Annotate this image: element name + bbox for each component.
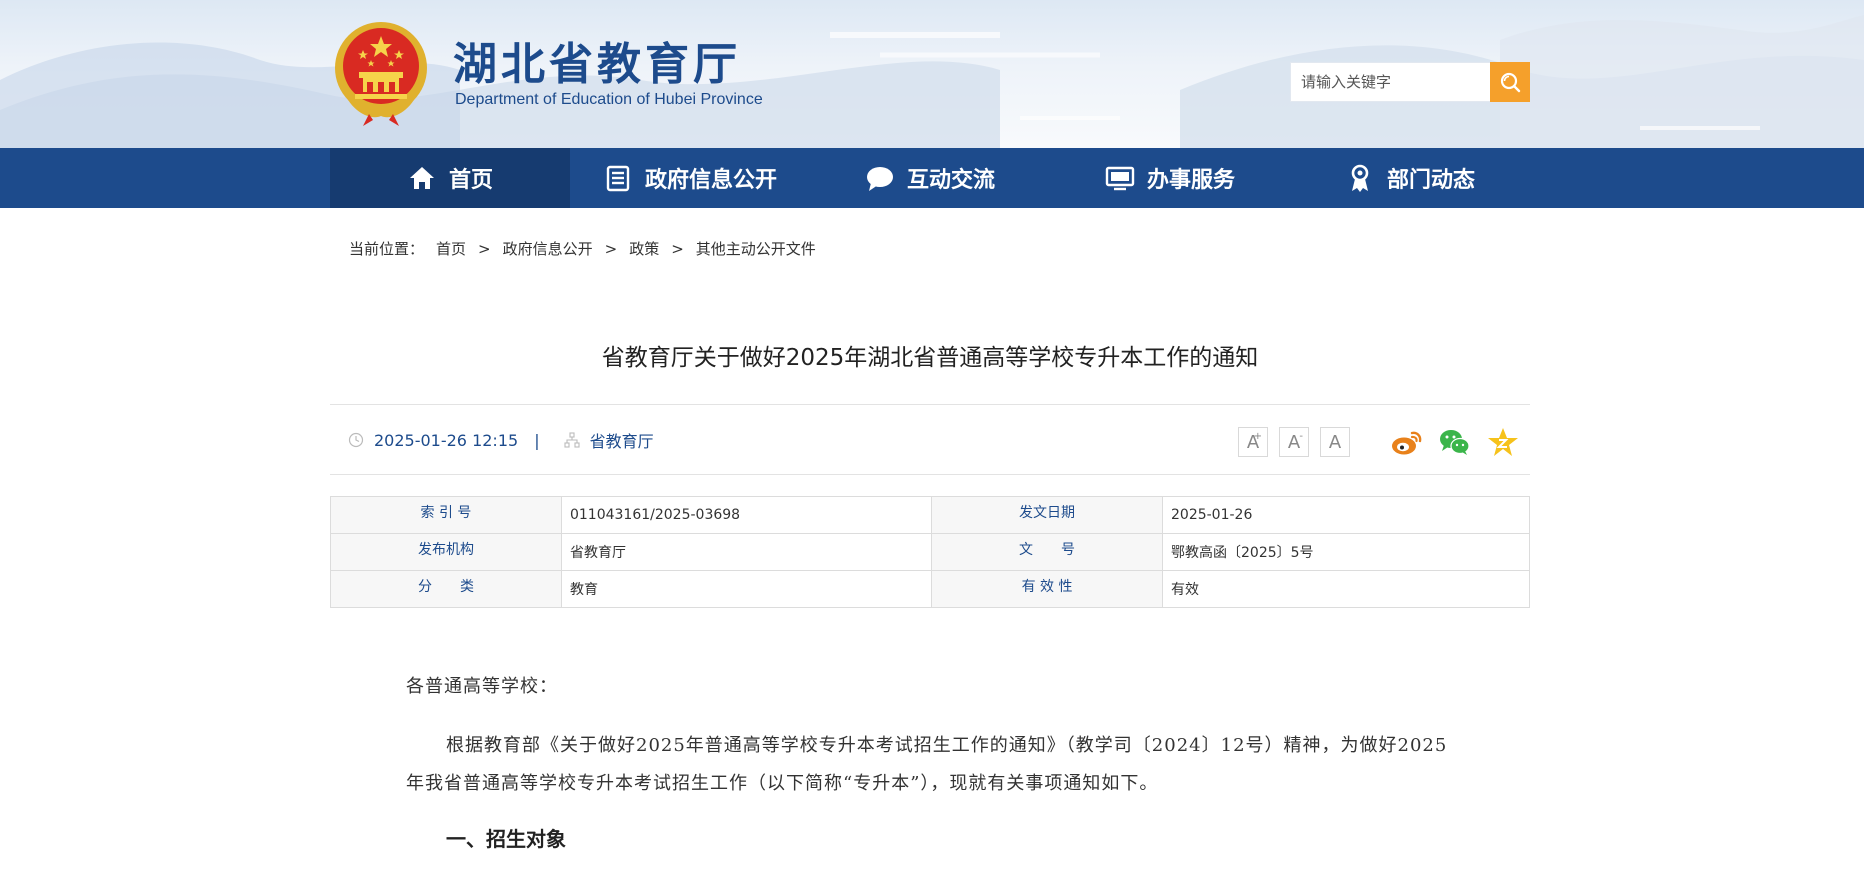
nav-item-dept-news[interactable]: 部门动态 [1290,148,1530,208]
search-button[interactable] [1490,62,1530,102]
breadcrumb-separator: > [671,239,684,258]
table-row: 分 类 教育 有 效 性 有效 [330,570,1530,608]
publish-date: 2025-01-26 12:15 [374,430,519,450]
info-label: 发文日期 [931,496,1163,534]
info-label: 有 效 性 [931,570,1163,608]
info-value: 教育 [560,570,933,608]
nav-label: 互动交流 [906,168,995,193]
article-title: 省教育厅关于做好2025年湖北省普通高等学校专升本工作的通知 [601,345,1259,371]
favorite-button[interactable] [1485,424,1521,460]
document-info-table: 索 引 号 011043161/2025-03698 发文日期 2025-01-… [330,496,1530,608]
monitor-icon [1105,163,1135,193]
breadcrumb-link-home[interactable]: 首页 [436,238,466,259]
wechat-icon [1440,430,1470,455]
nav-item-services[interactable]: 办事服务 [1050,148,1290,208]
breadcrumb-prefix: 当前位置： [349,240,425,258]
site-title: 湖北省教育厅 [453,39,741,90]
national-emblem-logo [335,22,427,126]
nav-item-interaction[interactable]: 互动交流 [810,148,1050,208]
site-subtitle: Department of Education of Hubei Provinc… [455,91,763,108]
font-size-small-button[interactable]: A [1320,427,1350,457]
article-greeting: 各普通高等学校： [406,676,558,697]
breadcrumb-separator: > [604,239,618,258]
table-row: 发布机构 省教育厅 文 号 鄂教高函〔2025〕5号 [330,533,1530,571]
breadcrumb-link-policy[interactable]: 政策 [629,238,659,259]
article-source: 省教育厅 [589,432,654,451]
nav-item-gov-info[interactable]: 政府信息公开 [570,148,810,208]
breadcrumb-link-other-files[interactable]: 其他主动公开文件 [696,238,816,259]
search-input[interactable] [1291,63,1489,101]
info-value: 有效 [1162,570,1530,608]
weibo-icon [1392,431,1422,455]
font-size-medium-button[interactable]: A- [1279,427,1309,457]
clock-icon [348,432,364,448]
section-heading: 一、招生对象 [446,827,566,851]
breadcrumb-separator: > [478,239,491,258]
meta-separator: | [534,430,540,450]
nav-label: 政府信息公开 [644,168,777,193]
chat-bubble-icon [865,163,895,193]
meta-divider-bottom [330,474,1530,475]
info-label: 发布机构 [330,533,562,571]
search-icon [1500,72,1521,93]
table-row: 索 引 号 011043161/2025-03698 发文日期 2025-01-… [330,496,1530,534]
share-wechat-button[interactable] [1437,424,1473,460]
nav-label: 办事服务 [1146,168,1235,193]
info-value: 鄂教高函〔2025〕5号 [1162,533,1530,571]
nav-label: 首页 [448,168,493,193]
document-list-icon [603,163,633,193]
search-box [1290,62,1530,102]
info-value: 省教育厅 [560,533,933,571]
award-ribbon-icon [1345,163,1375,193]
star-favorite-icon [1488,428,1518,456]
info-label: 文 号 [931,533,1163,571]
info-label: 分 类 [330,570,562,608]
article-meta: 2025-01-26 12:15 | 省教育厅 [348,428,654,452]
article-content: 各普通高等学校： 根据教育部《关于做好2025年普通高等学校专升本考试招生工作的… [406,668,1456,852]
nav-label: 部门动态 [1386,168,1475,193]
breadcrumb-link-gov-info[interactable]: 政府信息公开 [503,238,593,259]
breadcrumb: 当前位置： 首页 > 政府信息公开 > 政策 > 其他主动公开文件 [349,238,816,259]
share-weibo-button[interactable] [1389,424,1425,460]
mountain-background [0,15,1864,148]
info-label: 索 引 号 [330,496,562,534]
main-nav: 首页 政府信息公开 互动交流 办事服务 部门动态 [0,148,1864,208]
font-size-large-button[interactable]: A + [1238,427,1268,457]
info-value: 011043161/2025-03698 [560,496,933,534]
site-header: 湖北省教育厅 Department of Education of Hubei … [0,0,1864,148]
meta-divider-top [330,404,1530,405]
home-icon [407,163,437,193]
org-chart-icon [564,432,580,448]
nav-item-home[interactable]: 首页 [330,148,570,208]
article-tools: A + A- A [1238,424,1521,460]
info-value: 2025-01-26 [1162,496,1530,534]
article-paragraph: 根据教育部《关于做好2025年普通高等学校专升本考试招生工作的通知》（教学司〔2… [406,735,1448,794]
